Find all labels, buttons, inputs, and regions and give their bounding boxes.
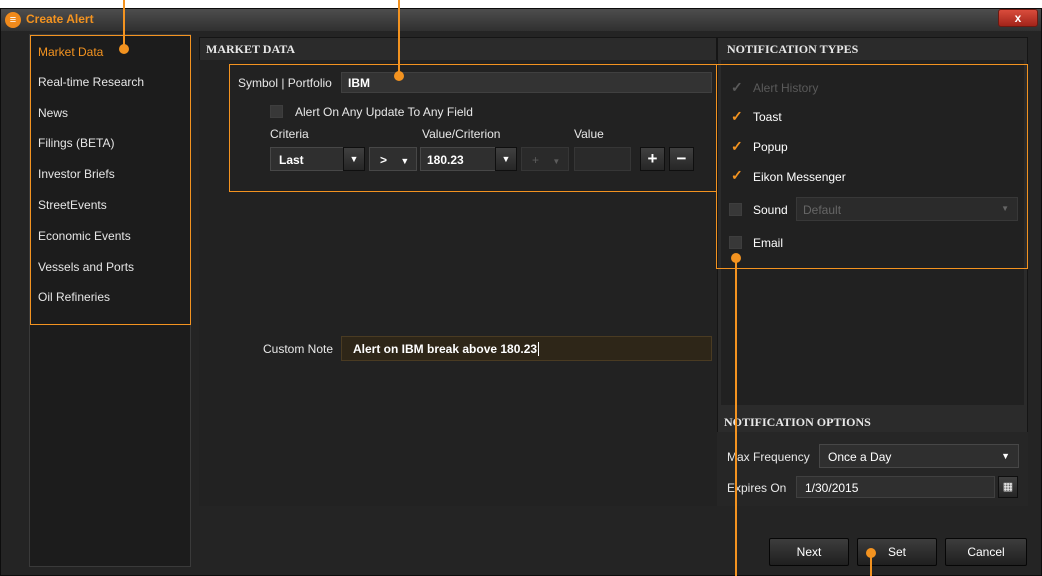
window-title: Create Alert — [26, 12, 94, 26]
sidebar-highlight-box — [30, 35, 191, 325]
custom-note-input[interactable]: Alert on IBM break above 180.23 — [341, 336, 712, 361]
custom-note-label: Custom Note — [263, 342, 334, 356]
callout-line — [398, 0, 400, 76]
market-data-heading: MARKET DATA — [206, 42, 296, 56]
notification-types-highlight-box — [716, 64, 1028, 269]
notification-options-heading: NOTIFICATION OPTIONS — [724, 415, 871, 429]
close-button[interactable]: x — [998, 9, 1038, 27]
condition-highlight-box — [229, 64, 719, 192]
custom-note-value: Alert on IBM break above 180.23 — [353, 342, 538, 356]
max-frequency-value: Once a Day — [828, 450, 892, 464]
next-button[interactable]: Next — [769, 538, 849, 566]
callout-dot — [394, 71, 404, 81]
max-frequency-dropdown[interactable]: Once a Day ▼ — [819, 444, 1019, 468]
title-bar[interactable] — [1, 9, 1041, 31]
chevron-down-icon: ▼ — [1001, 451, 1010, 461]
callout-dot — [119, 44, 129, 54]
cancel-button[interactable]: Cancel — [945, 538, 1027, 566]
expires-on-input[interactable]: 1/30/2015 — [796, 476, 995, 498]
expires-on-value: 1/30/2015 — [805, 481, 859, 495]
callout-line — [870, 556, 872, 576]
calendar-icon[interactable]: ▦ — [998, 476, 1018, 498]
notification-types-heading: NOTIFICATION TYPES — [727, 42, 859, 56]
app-logo-icon: ≡ — [5, 12, 21, 28]
callout-line — [123, 0, 125, 45]
callout-line — [735, 261, 737, 576]
max-frequency-label: Max Frequency — [727, 450, 810, 464]
